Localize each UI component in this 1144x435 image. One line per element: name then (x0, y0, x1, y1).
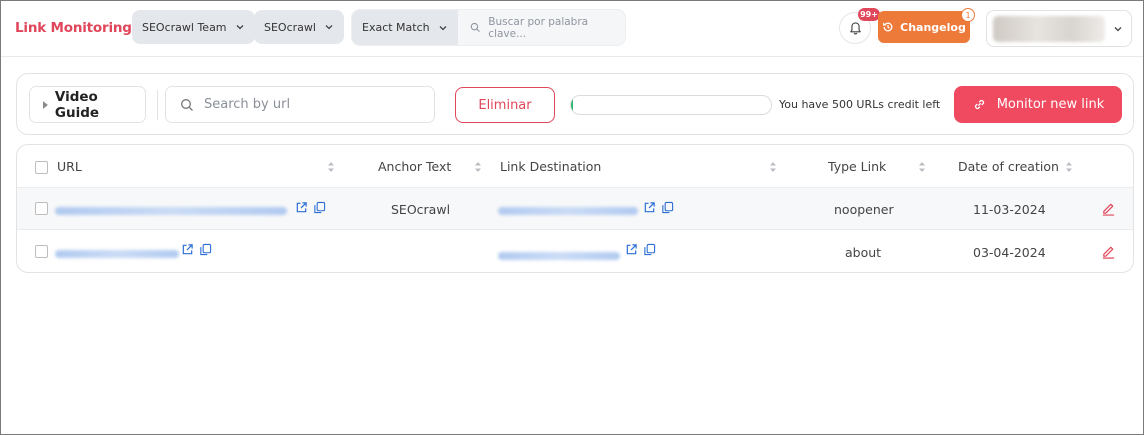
row-checkbox[interactable] (35, 245, 48, 258)
credit-progress-bar (570, 95, 772, 115)
links-table: URL Anchor Text Link Destination Type Li… (16, 144, 1134, 273)
url-link[interactable] (55, 250, 179, 258)
url-search-input[interactable]: Search by url (165, 86, 435, 123)
changelog-button[interactable]: Changelog (878, 11, 970, 43)
url-link[interactable] (55, 207, 287, 215)
type-link-cell: noopener (834, 202, 894, 217)
destination-link[interactable] (498, 207, 638, 215)
delete-button[interactable]: Eliminar (455, 87, 555, 123)
play-triangle-icon (42, 100, 48, 109)
page-title: Link Monitoring (15, 20, 132, 36)
video-guide-label: Video Guide (54, 88, 100, 121)
team-select-label: SEOcrawl Team (142, 20, 227, 34)
table-row: about 03-04-2024 (17, 231, 1133, 272)
external-link-icon[interactable] (625, 243, 638, 256)
keyword-placeholder: Buscar por palabra clave... (488, 15, 589, 40)
search-icon (470, 22, 480, 32)
copy-icon[interactable] (199, 243, 212, 256)
sort-icon[interactable] (769, 160, 777, 174)
avatar (993, 16, 1105, 42)
top-bar: Link Monitoring SEOcrawl Team SEOcrawl E… (1, 1, 1143, 57)
external-link-icon[interactable] (643, 201, 656, 214)
column-header-date-of-creation[interactable]: Date of creation (958, 159, 1059, 174)
anchor-text-cell: SEOcrawl (391, 202, 451, 217)
changelog-badge: 1 (961, 8, 975, 22)
video-guide-button[interactable]: Video Guide (29, 86, 146, 123)
chevron-down-icon (325, 25, 333, 30)
toolbar: Video Guide Search by url Eliminar You h… (16, 73, 1134, 135)
table-row: SEOcrawl noopener 11-03-2024 (17, 188, 1133, 230)
sort-icon[interactable] (1065, 160, 1073, 174)
external-link-icon[interactable] (181, 243, 194, 256)
credit-progress-fill (571, 96, 573, 114)
copy-icon[interactable] (661, 201, 674, 214)
notifications-badge: 99+ (858, 8, 880, 21)
edit-icon[interactable] (1101, 201, 1116, 216)
type-link-cell: about (845, 245, 882, 260)
external-link-icon[interactable] (295, 201, 308, 214)
row-checkbox[interactable] (35, 202, 48, 215)
date-cell: 11-03-2024 (973, 202, 1046, 217)
keyword-input[interactable]: Buscar por palabra clave... (458, 16, 625, 40)
monitor-new-link-label: Monitor new link (996, 97, 1105, 112)
match-type-label: Exact Match (362, 21, 430, 34)
chevron-down-icon (236, 25, 243, 30)
link-icon (974, 99, 984, 110)
sort-icon[interactable] (918, 160, 926, 174)
credit-text: You have 500 URLs credit left (779, 98, 941, 111)
project-select-label: SEOcrawl (264, 20, 316, 34)
user-menu[interactable] (986, 10, 1132, 47)
chevron-down-icon (439, 25, 447, 30)
bell-icon (849, 21, 861, 34)
changelog-label: Changelog (900, 20, 966, 34)
keyword-search-group: Exact Match Buscar por palabra clave... (351, 9, 626, 46)
team-select[interactable]: SEOcrawl Team (132, 10, 255, 44)
column-header-anchor-text[interactable]: Anchor Text (378, 159, 451, 174)
match-type-select[interactable]: Exact Match (352, 10, 458, 45)
history-icon (883, 22, 893, 32)
copy-icon[interactable] (313, 201, 326, 214)
url-search-placeholder: Search by url (204, 97, 291, 112)
edit-icon[interactable] (1101, 244, 1116, 259)
search-icon (181, 98, 193, 111)
column-header-url[interactable]: URL (57, 159, 82, 174)
chevron-down-icon (1114, 27, 1122, 32)
table-header: URL Anchor Text Link Destination Type Li… (17, 145, 1133, 188)
sort-icon[interactable] (474, 160, 482, 174)
select-all-checkbox[interactable] (35, 161, 48, 174)
destination-link[interactable] (498, 252, 620, 260)
date-cell: 03-04-2024 (973, 245, 1046, 260)
project-select[interactable]: SEOcrawl (254, 10, 344, 44)
monitor-new-link-button[interactable]: Monitor new link (954, 86, 1122, 123)
column-header-type-link[interactable]: Type Link (828, 159, 886, 174)
sort-icon[interactable] (327, 160, 335, 174)
copy-icon[interactable] (643, 243, 656, 256)
divider (157, 90, 158, 120)
column-header-link-destination[interactable]: Link Destination (500, 159, 601, 174)
